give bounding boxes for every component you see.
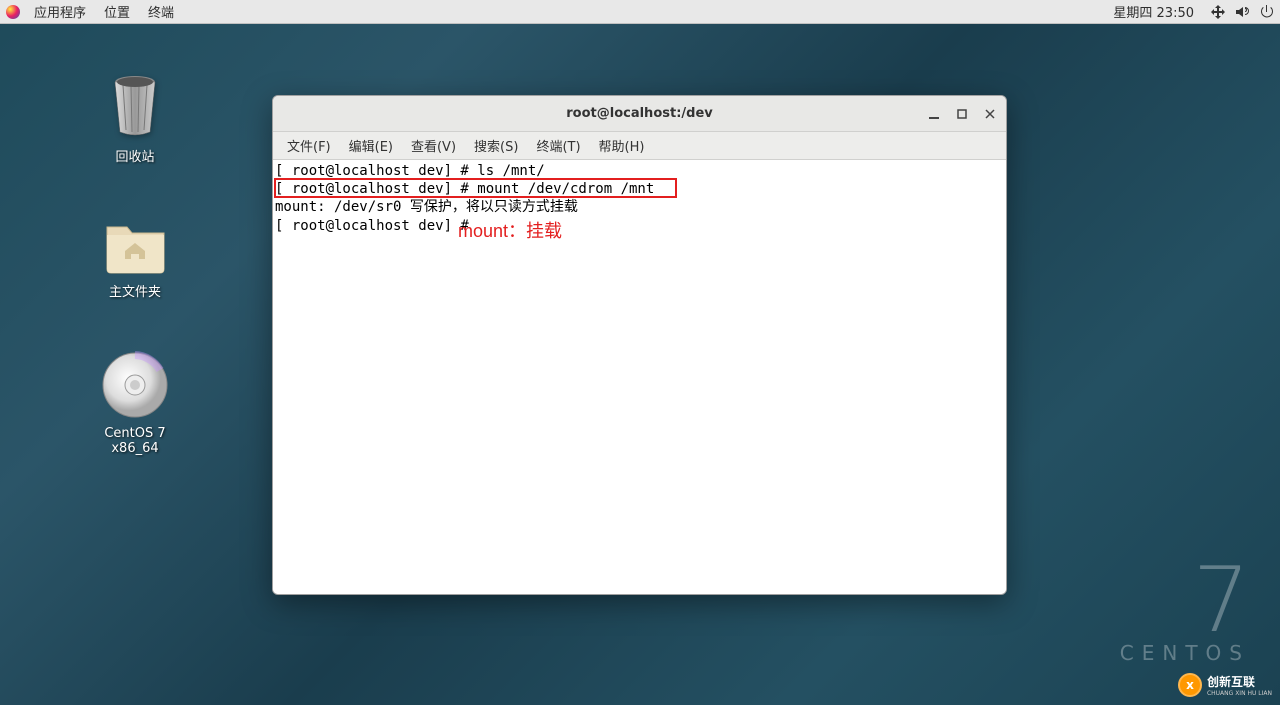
image-watermark: x 创新互联 CHUANG XIN HU LIAN bbox=[1178, 673, 1272, 697]
watermark-icon: x bbox=[1178, 673, 1202, 697]
trash-icon[interactable]: 回收站 bbox=[80, 70, 190, 165]
places-menu[interactable]: 位置 bbox=[96, 0, 138, 23]
power-icon[interactable] bbox=[1258, 4, 1274, 20]
menu-view[interactable]: 查看(V) bbox=[403, 133, 464, 158]
close-button[interactable] bbox=[982, 106, 998, 122]
menu-terminal[interactable]: 终端(T) bbox=[528, 133, 588, 158]
annotation-text: mount：挂载 bbox=[458, 220, 562, 243]
desktop-icons: 回收站 主文件夹 CentOS 7 x86_64 bbox=[80, 70, 190, 456]
cdrom-label: CentOS 7 x86_64 bbox=[80, 426, 190, 456]
trash-label: 回收站 bbox=[115, 146, 154, 165]
centos-name: CENTOS bbox=[1120, 641, 1250, 665]
cdrom-icon[interactable]: CentOS 7 x86_64 bbox=[80, 350, 190, 456]
terminal-menu-item[interactable]: 终端 bbox=[140, 0, 182, 23]
watermark-subtext: CHUANG XIN HU LIAN bbox=[1207, 690, 1272, 697]
titlebar[interactable]: root@localhost:/dev bbox=[273, 96, 1006, 132]
home-label: 主文件夹 bbox=[109, 281, 161, 300]
term-line: [ root@localhost dev] # bbox=[275, 218, 477, 234]
terminal-window: root@localhost:/dev 文件(F) 编辑(E) 查看(V) 搜索… bbox=[272, 95, 1007, 595]
term-line: [ root@localhost dev] # ls /mnt/ bbox=[275, 163, 545, 179]
applications-menu[interactable]: 应用程序 bbox=[26, 0, 94, 23]
menubar: 文件(F) 编辑(E) 查看(V) 搜索(S) 终端(T) 帮助(H) bbox=[273, 132, 1006, 160]
window-title: root@localhost:/dev bbox=[566, 106, 713, 121]
centos-7: 7 bbox=[1120, 556, 1250, 646]
menu-help[interactable]: 帮助(H) bbox=[591, 133, 653, 158]
terminal-output[interactable]: [ root@localhost dev] # ls /mnt/ [ root@… bbox=[273, 160, 1006, 594]
volume-icon[interactable] bbox=[1234, 4, 1250, 20]
menu-edit[interactable]: 编辑(E) bbox=[341, 133, 401, 158]
home-folder-icon[interactable]: 主文件夹 bbox=[80, 215, 190, 300]
maximize-button[interactable] bbox=[954, 106, 970, 122]
clock[interactable]: 星期四 23:50 bbox=[1105, 0, 1202, 23]
term-line: [ root@localhost dev] # mount /dev/cdrom… bbox=[275, 181, 663, 197]
top-panel: 应用程序 位置 终端 星期四 23:50 bbox=[0, 0, 1280, 24]
centos-watermark: 7 CENTOS bbox=[1120, 556, 1250, 665]
term-line: mount: /dev/sr0 写保护，将以只读方式挂载 bbox=[275, 199, 578, 215]
network-icon[interactable] bbox=[1210, 4, 1226, 20]
menu-search[interactable]: 搜索(S) bbox=[466, 133, 526, 158]
minimize-button[interactable] bbox=[926, 106, 942, 122]
gnome-logo-icon bbox=[6, 5, 20, 19]
watermark-text: 创新互联 bbox=[1207, 673, 1272, 690]
menu-file[interactable]: 文件(F) bbox=[279, 133, 339, 158]
